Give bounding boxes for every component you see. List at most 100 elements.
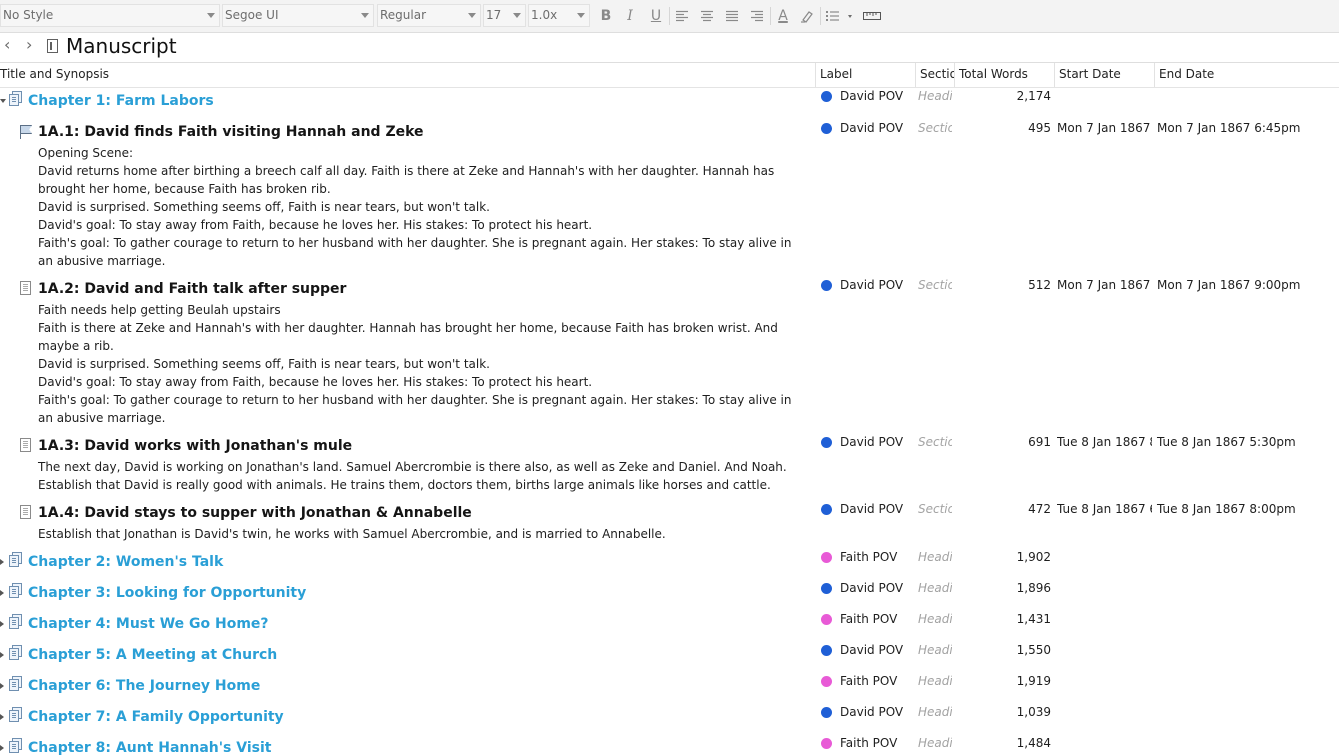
scene-synopsis[interactable]: Opening Scene: David returns home after b… (38, 144, 808, 270)
disclosure-triangle[interactable] (0, 745, 4, 751)
column-label[interactable]: Label (815, 63, 915, 87)
chapter-title[interactable]: Chapter 2: Women's Talk (28, 554, 223, 570)
align-justify-button[interactable] (722, 6, 742, 26)
disclosure-triangle[interactable] (0, 714, 4, 720)
scene-title[interactable]: 1A.3: David works with Jonathan's mule (38, 438, 352, 454)
chapter-folder-icon (9, 676, 22, 691)
start-date[interactable]: Mon 7 Jan 1867 4:00pm (1057, 121, 1152, 135)
scene-synopsis[interactable]: The next day, David is working on Jonath… (38, 458, 808, 494)
chapter-title[interactable]: Chapter 1: Farm Labors (28, 93, 214, 109)
paragraph-style-select[interactable]: No Style (0, 4, 220, 27)
align-left-button[interactable] (672, 6, 692, 26)
align-right-button[interactable] (747, 6, 767, 26)
label-value[interactable]: David POV (840, 435, 903, 449)
section-type-value[interactable]: Heading (918, 89, 952, 103)
scene-row[interactable]: 1A.1: David finds Faith visiting Hannah … (0, 118, 1339, 268)
line-spacing-select[interactable]: 1.0x (528, 4, 590, 27)
chapter-folder-icon (9, 707, 22, 722)
label-value[interactable]: Faith POV (840, 612, 897, 626)
text-color-button[interactable]: A (773, 6, 793, 26)
column-title-synopsis[interactable]: Title and Synopsis (0, 63, 815, 87)
font-family-select[interactable]: Segoe UI (222, 4, 374, 27)
chapter-row[interactable]: Chapter 2: Women's Talk Faith POV Heading 1… (0, 548, 1339, 579)
section-type-value[interactable]: Heading (918, 705, 952, 719)
end-date[interactable]: Tue 8 Jan 1867 8:00pm (1157, 502, 1296, 516)
word-count: 512 (1028, 278, 1051, 292)
label-value[interactable]: Faith POV (840, 736, 897, 750)
label-value[interactable]: David POV (840, 121, 903, 135)
disclosure-triangle[interactable] (0, 99, 6, 103)
section-type-value[interactable]: Heading (918, 643, 952, 657)
chapter-folder-icon (9, 91, 22, 106)
start-date[interactable]: Tue 8 Jan 1867 8:00am (1057, 435, 1152, 449)
disclosure-triangle[interactable] (0, 559, 4, 565)
end-date[interactable]: Mon 7 Jan 1867 9:00pm (1157, 278, 1300, 292)
end-date[interactable]: Mon 7 Jan 1867 6:45pm (1157, 121, 1300, 135)
chapter-row[interactable]: Chapter 3: Looking for Opportunity David … (0, 579, 1339, 610)
chapter-title[interactable]: Chapter 8: Aunt Hannah's Visit (28, 740, 271, 756)
column-section-type[interactable]: Section Type (915, 63, 954, 87)
label-value[interactable]: Faith POV (840, 550, 897, 564)
font-weight-select[interactable]: Regular (377, 4, 481, 27)
forward-button[interactable]: › (26, 35, 32, 54)
chapter-title[interactable]: Chapter 4: Must We Go Home? (28, 616, 269, 632)
chapter-row[interactable]: Chapter 4: Must We Go Home? Faith POV Head… (0, 610, 1339, 641)
scene-title[interactable]: 1A.4: David stays to supper with Jonatha… (38, 505, 472, 521)
column-start-date[interactable]: Start Date (1054, 63, 1154, 87)
toolbar-divider (669, 7, 670, 25)
italic-button[interactable]: I (620, 6, 640, 26)
section-type-value[interactable]: Heading (918, 736, 952, 750)
scene-row[interactable]: 1A.2: David and Faith talk after supper F… (0, 275, 1339, 425)
bold-button[interactable]: B (596, 6, 616, 26)
back-button[interactable]: ‹ (4, 35, 10, 54)
highlight-button[interactable] (797, 6, 817, 26)
section-type-value[interactable]: Heading (918, 581, 952, 595)
chapter-title[interactable]: Chapter 3: Looking for Opportunity (28, 585, 306, 601)
list-style-button[interactable] (824, 6, 856, 26)
scene-synopsis[interactable]: Establish that Jonathan is David's twin,… (38, 525, 808, 543)
chapter-title[interactable]: Chapter 5: A Meeting at Church (28, 647, 277, 663)
end-date[interactable]: Tue 8 Jan 1867 5:30pm (1157, 435, 1296, 449)
label-color-dot (821, 280, 832, 291)
chapter-title[interactable]: Chapter 6: The Journey Home (28, 678, 260, 694)
label-value[interactable]: David POV (840, 643, 903, 657)
label-value[interactable]: David POV (840, 278, 903, 292)
column-total-words[interactable]: Total Words (954, 63, 1054, 87)
disclosure-triangle[interactable] (0, 652, 4, 658)
disclosure-triangle[interactable] (0, 590, 4, 596)
disclosure-triangle[interactable] (0, 683, 4, 689)
section-type-value[interactable]: Section (918, 435, 952, 449)
word-count: 1,919 (1016, 674, 1051, 688)
label-value[interactable]: David POV (840, 581, 903, 595)
section-type-value[interactable]: Heading (918, 612, 952, 626)
disclosure-triangle[interactable] (0, 621, 4, 627)
font-size-select[interactable]: 17 (483, 4, 526, 27)
chapter-row[interactable]: Chapter 5: A Meeting at Church David POV H… (0, 641, 1339, 672)
section-type-value[interactable]: Section (918, 278, 952, 292)
start-date[interactable]: Tue 8 Jan 1867 6:00pm (1057, 502, 1152, 516)
scene-title[interactable]: 1A.2: David and Faith talk after supper (38, 281, 346, 297)
align-center-button[interactable] (697, 6, 717, 26)
label-value[interactable]: Faith POV (840, 674, 897, 688)
underline-button[interactable]: U (646, 6, 666, 26)
align-left-icon (676, 10, 688, 22)
scene-synopsis[interactable]: Faith needs help getting Beulah upstairs… (38, 301, 808, 427)
label-value[interactable]: David POV (840, 502, 903, 516)
chapter-row[interactable]: Chapter 1: Farm Labors David POV Heading 2,… (0, 87, 1339, 118)
chapter-row[interactable]: Chapter 8: Aunt Hannah's Visit Faith POV H… (0, 734, 1339, 756)
start-date[interactable]: Mon 7 Jan 1867 7:00pm (1057, 278, 1152, 292)
section-type-value[interactable]: Heading (918, 550, 952, 564)
scene-title[interactable]: 1A.1: David finds Faith visiting Hannah … (38, 124, 424, 140)
chapter-title[interactable]: Chapter 7: A Family Opportunity (28, 709, 284, 725)
chapter-row[interactable]: Chapter 6: The Journey Home Faith POV Head… (0, 672, 1339, 703)
label-value[interactable]: David POV (840, 89, 903, 103)
section-type-value[interactable]: Section (918, 121, 952, 135)
section-type-value[interactable]: Heading (918, 674, 952, 688)
ruler-button[interactable] (861, 6, 883, 26)
chapter-row[interactable]: Chapter 7: A Family Opportunity David POV… (0, 703, 1339, 734)
label-value[interactable]: David POV (840, 705, 903, 719)
font-family-value: Segoe UI (225, 8, 279, 22)
column-end-date[interactable]: End Date (1154, 63, 1339, 87)
synopsis-line: The next day, David is working on Jonath… (38, 460, 787, 474)
section-type-value[interactable]: Section (918, 502, 952, 516)
